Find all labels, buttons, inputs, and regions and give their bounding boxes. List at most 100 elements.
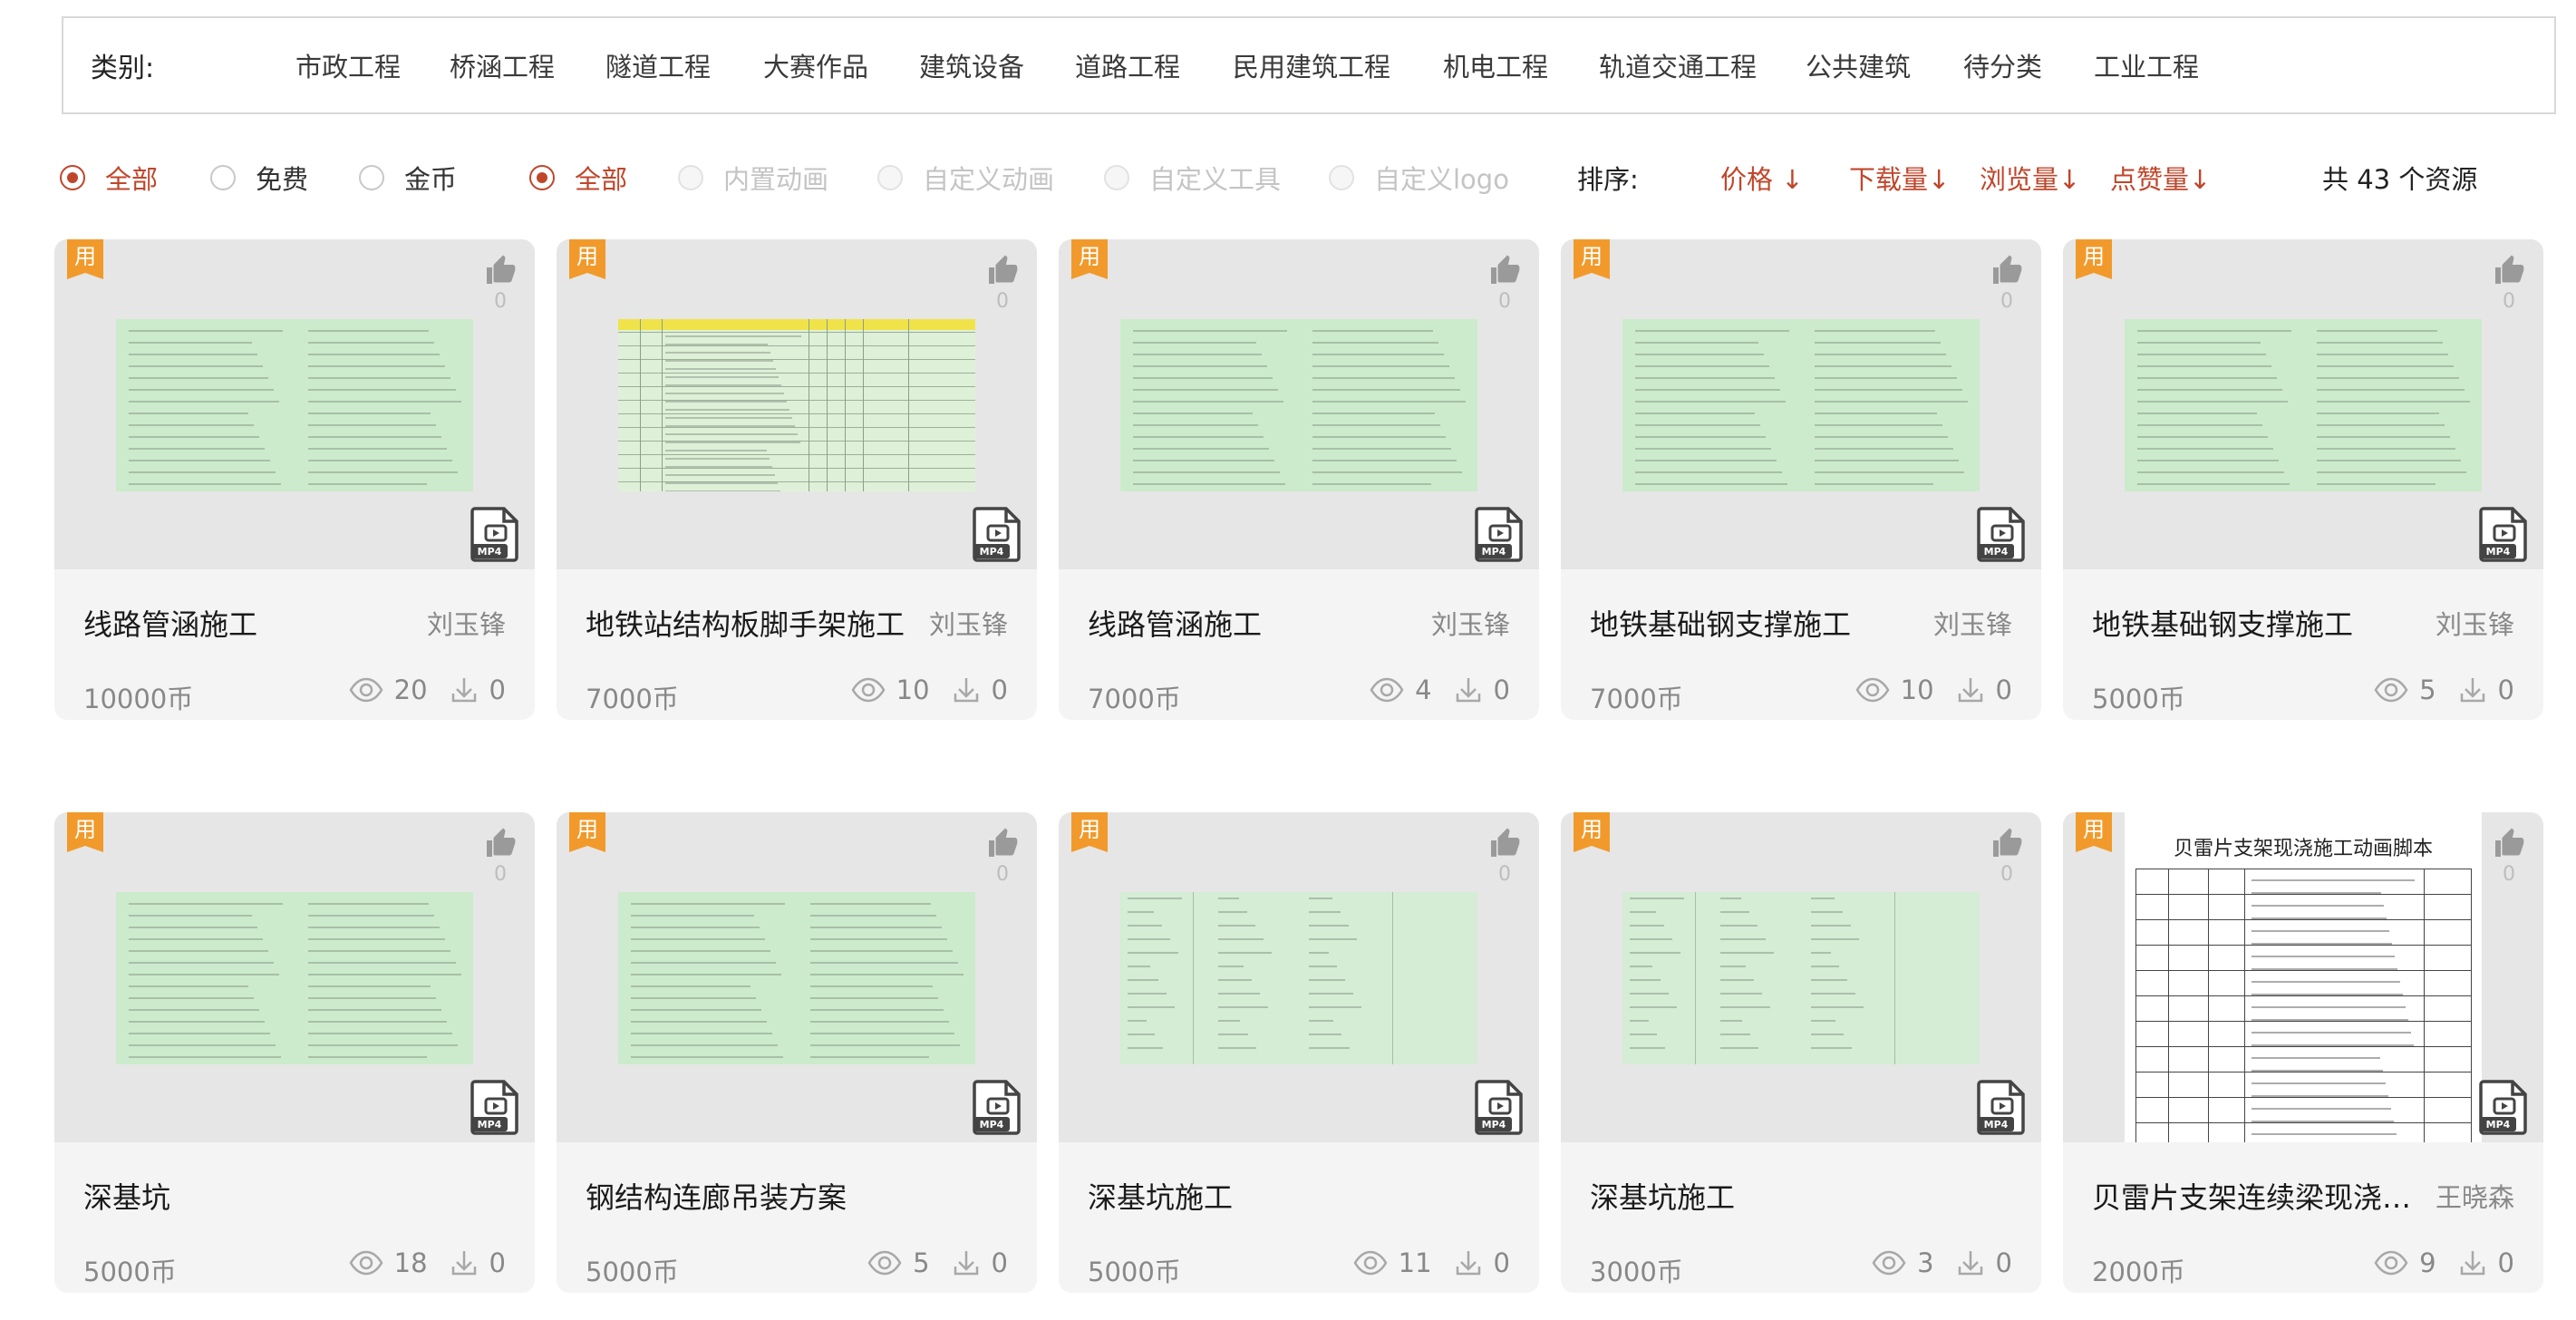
card-title[interactable]: 线路管涵施工: [83, 602, 428, 644]
card-stats: 10 0: [1855, 675, 2012, 705]
card-thumbnail[interactable]: 贝雷片支架现浇施工动画脚本 用 0 MP4: [2063, 812, 2543, 1142]
card-thumbnail[interactable]: 用 0 MP4: [54, 239, 535, 569]
card-title[interactable]: 深基坑施工: [1088, 1175, 1432, 1217]
resource-card[interactable]: 用 0 MP4 线路管涵施工 刘玉锋 10000币 20 0: [54, 239, 535, 720]
sort-by-price[interactable]: 价格 ↓: [1720, 159, 1804, 197]
feature-filter-builtin-animation[interactable]: 内置动画: [678, 159, 828, 197]
like-button[interactable]: 0: [1987, 827, 2027, 886]
mp4-file-icon: MP4: [1977, 507, 2025, 562]
card-thumbnail[interactable]: 用 0 MP4: [1561, 812, 2041, 1142]
category-item[interactable]: 工业工程: [2094, 46, 2199, 84]
download-icon: [451, 1251, 476, 1276]
like-button[interactable]: 0: [480, 827, 520, 886]
card-price: 5000币: [2092, 684, 2185, 714]
view-count: 20: [393, 675, 428, 705]
card-thumbnail[interactable]: 用 0 MP4: [557, 812, 1037, 1142]
use-badge: 用: [569, 239, 605, 279]
card-stats: 11 0: [1353, 1247, 1510, 1278]
card-thumbnail[interactable]: 用 0 MP4: [1059, 812, 1539, 1142]
eye-icon: [2374, 1250, 2408, 1276]
card-price: 5000币: [586, 1257, 679, 1287]
price-filter-coin[interactable]: 金币: [359, 159, 457, 197]
use-badge: 用: [2076, 239, 2112, 279]
card-title[interactable]: 钢结构连廊吊装方案: [586, 1175, 930, 1217]
feature-filter-custom-animation[interactable]: 自定义动画: [877, 159, 1054, 197]
feature-filter-custom-tool[interactable]: 自定义工具: [1104, 159, 1281, 197]
resource-card[interactable]: 用 0 MP4 地铁站结构板脚手架施工 刘玉锋 7000币 10 0: [557, 239, 1037, 720]
card-title[interactable]: 深基坑施工: [1590, 1175, 1934, 1217]
like-button[interactable]: 0: [1485, 827, 1525, 886]
resource-card[interactable]: 用 0 MP4 线路管涵施工 刘玉锋 7000币 4 0: [1059, 239, 1539, 720]
view-count: 5: [2419, 675, 2436, 705]
card-title[interactable]: 贝雷片支架连续梁现浇…: [2092, 1175, 2436, 1217]
category-item[interactable]: 建筑设备: [919, 46, 1024, 84]
category-item[interactable]: 公共建筑: [1806, 46, 1911, 84]
card-title[interactable]: 地铁站结构板脚手架施工: [586, 602, 930, 644]
card-title[interactable]: 地铁基础钢支撑施工: [1590, 602, 1934, 644]
like-button[interactable]: 0: [2489, 827, 2529, 886]
resource-card[interactable]: 贝雷片支架现浇施工动画脚本 用 0 MP4 贝雷片支架连续梁现浇… 王晓森 20…: [2063, 812, 2543, 1293]
card-title[interactable]: 深基坑: [83, 1175, 428, 1217]
card-stats: 5 0: [2374, 675, 2514, 705]
card-title[interactable]: 地铁基础钢支撑施工: [2092, 602, 2436, 644]
card-title[interactable]: 线路管涵施工: [1088, 602, 1432, 644]
like-count: 0: [996, 863, 1009, 886]
resource-card[interactable]: 用 0 MP4 钢结构连廊吊装方案 5000币 5 0: [557, 812, 1037, 1293]
like-button[interactable]: 0: [2489, 254, 2529, 313]
svg-text:MP4: MP4: [1984, 546, 2009, 558]
thumbs-up-icon: [989, 255, 1018, 284]
feature-filter-all[interactable]: 全部: [529, 159, 627, 197]
card-thumbnail[interactable]: 用 0 MP4: [557, 239, 1037, 569]
like-button[interactable]: 0: [983, 254, 1022, 313]
download-icon: [2460, 678, 2484, 703]
like-button[interactable]: 0: [480, 254, 520, 313]
thumbs-up-icon: [487, 828, 516, 857]
thumbs-up-icon: [487, 255, 516, 284]
sort-by-likes[interactable]: 点赞量↓: [2110, 159, 2211, 197]
category-item[interactable]: 桥涵工程: [450, 46, 555, 84]
download-icon: [2460, 1251, 2484, 1276]
category-item[interactable]: 市政工程: [295, 46, 401, 84]
category-item[interactable]: 轨道交通工程: [1599, 46, 1757, 84]
card-thumbnail[interactable]: 用 0 MP4: [1561, 239, 2041, 569]
resource-card[interactable]: 用 0 MP4 地铁基础钢支撑施工 刘玉锋 7000币 10 0: [1561, 239, 2041, 720]
card-thumbnail[interactable]: 用 0 MP4: [54, 812, 535, 1142]
document-preview: 贝雷片支架现浇施工动画脚本: [2125, 812, 2482, 1142]
eye-icon: [2374, 677, 2408, 703]
category-item[interactable]: 机电工程: [1443, 46, 1548, 84]
like-count: 0: [494, 290, 507, 313]
card-author: 刘玉锋: [928, 609, 1008, 640]
category-item[interactable]: 大赛作品: [763, 46, 868, 84]
svg-text:MP4: MP4: [478, 1119, 502, 1131]
eye-icon: [349, 677, 383, 703]
sort-by-views[interactable]: 浏览量↓: [1980, 159, 2080, 197]
card-author: 王晓森: [2435, 1182, 2514, 1213]
category-item[interactable]: 待分类: [1963, 46, 2042, 84]
download-count: 0: [2497, 1247, 2514, 1278]
price-filter-free[interactable]: 免费: [210, 159, 308, 197]
feature-filter-custom-logo[interactable]: 自定义logo: [1329, 159, 1509, 197]
like-button[interactable]: 0: [983, 827, 1022, 886]
card-thumbnail[interactable]: 用 0 MP4: [2063, 239, 2543, 569]
card-thumbnail[interactable]: 用 0 MP4: [1059, 239, 1539, 569]
like-button[interactable]: 0: [1485, 254, 1525, 313]
category-item[interactable]: 民用建筑工程: [1233, 46, 1390, 84]
view-count: 9: [2419, 1247, 2436, 1278]
document-preview: [618, 319, 975, 491]
download-count: 0: [489, 675, 506, 705]
sort-by-downloads[interactable]: 下载量↓: [1849, 159, 1950, 197]
resource-card[interactable]: 用 0 MP4 地铁基础钢支撑施工 刘玉锋 5000币 5 0: [2063, 239, 2543, 720]
svg-text:MP4: MP4: [2486, 1119, 2511, 1131]
resource-card[interactable]: 用 0 MP4 深基坑 5000币 18 0: [54, 812, 535, 1293]
like-count: 0: [2000, 290, 2013, 313]
eye-icon: [851, 677, 886, 703]
svg-text:MP4: MP4: [1984, 1119, 2009, 1131]
card-stats: 3 0: [1872, 1247, 2012, 1278]
resource-card[interactable]: 用 0 MP4 深基坑施工 5000币 11 0: [1059, 812, 1539, 1293]
radio-dot: [359, 165, 384, 190]
category-item[interactable]: 道路工程: [1075, 46, 1180, 84]
like-button[interactable]: 0: [1987, 254, 2027, 313]
category-item[interactable]: 隧道工程: [605, 46, 711, 84]
price-filter-all[interactable]: 全部: [60, 159, 158, 197]
resource-card[interactable]: 用 0 MP4 深基坑施工 3000币 3 0: [1561, 812, 2041, 1293]
